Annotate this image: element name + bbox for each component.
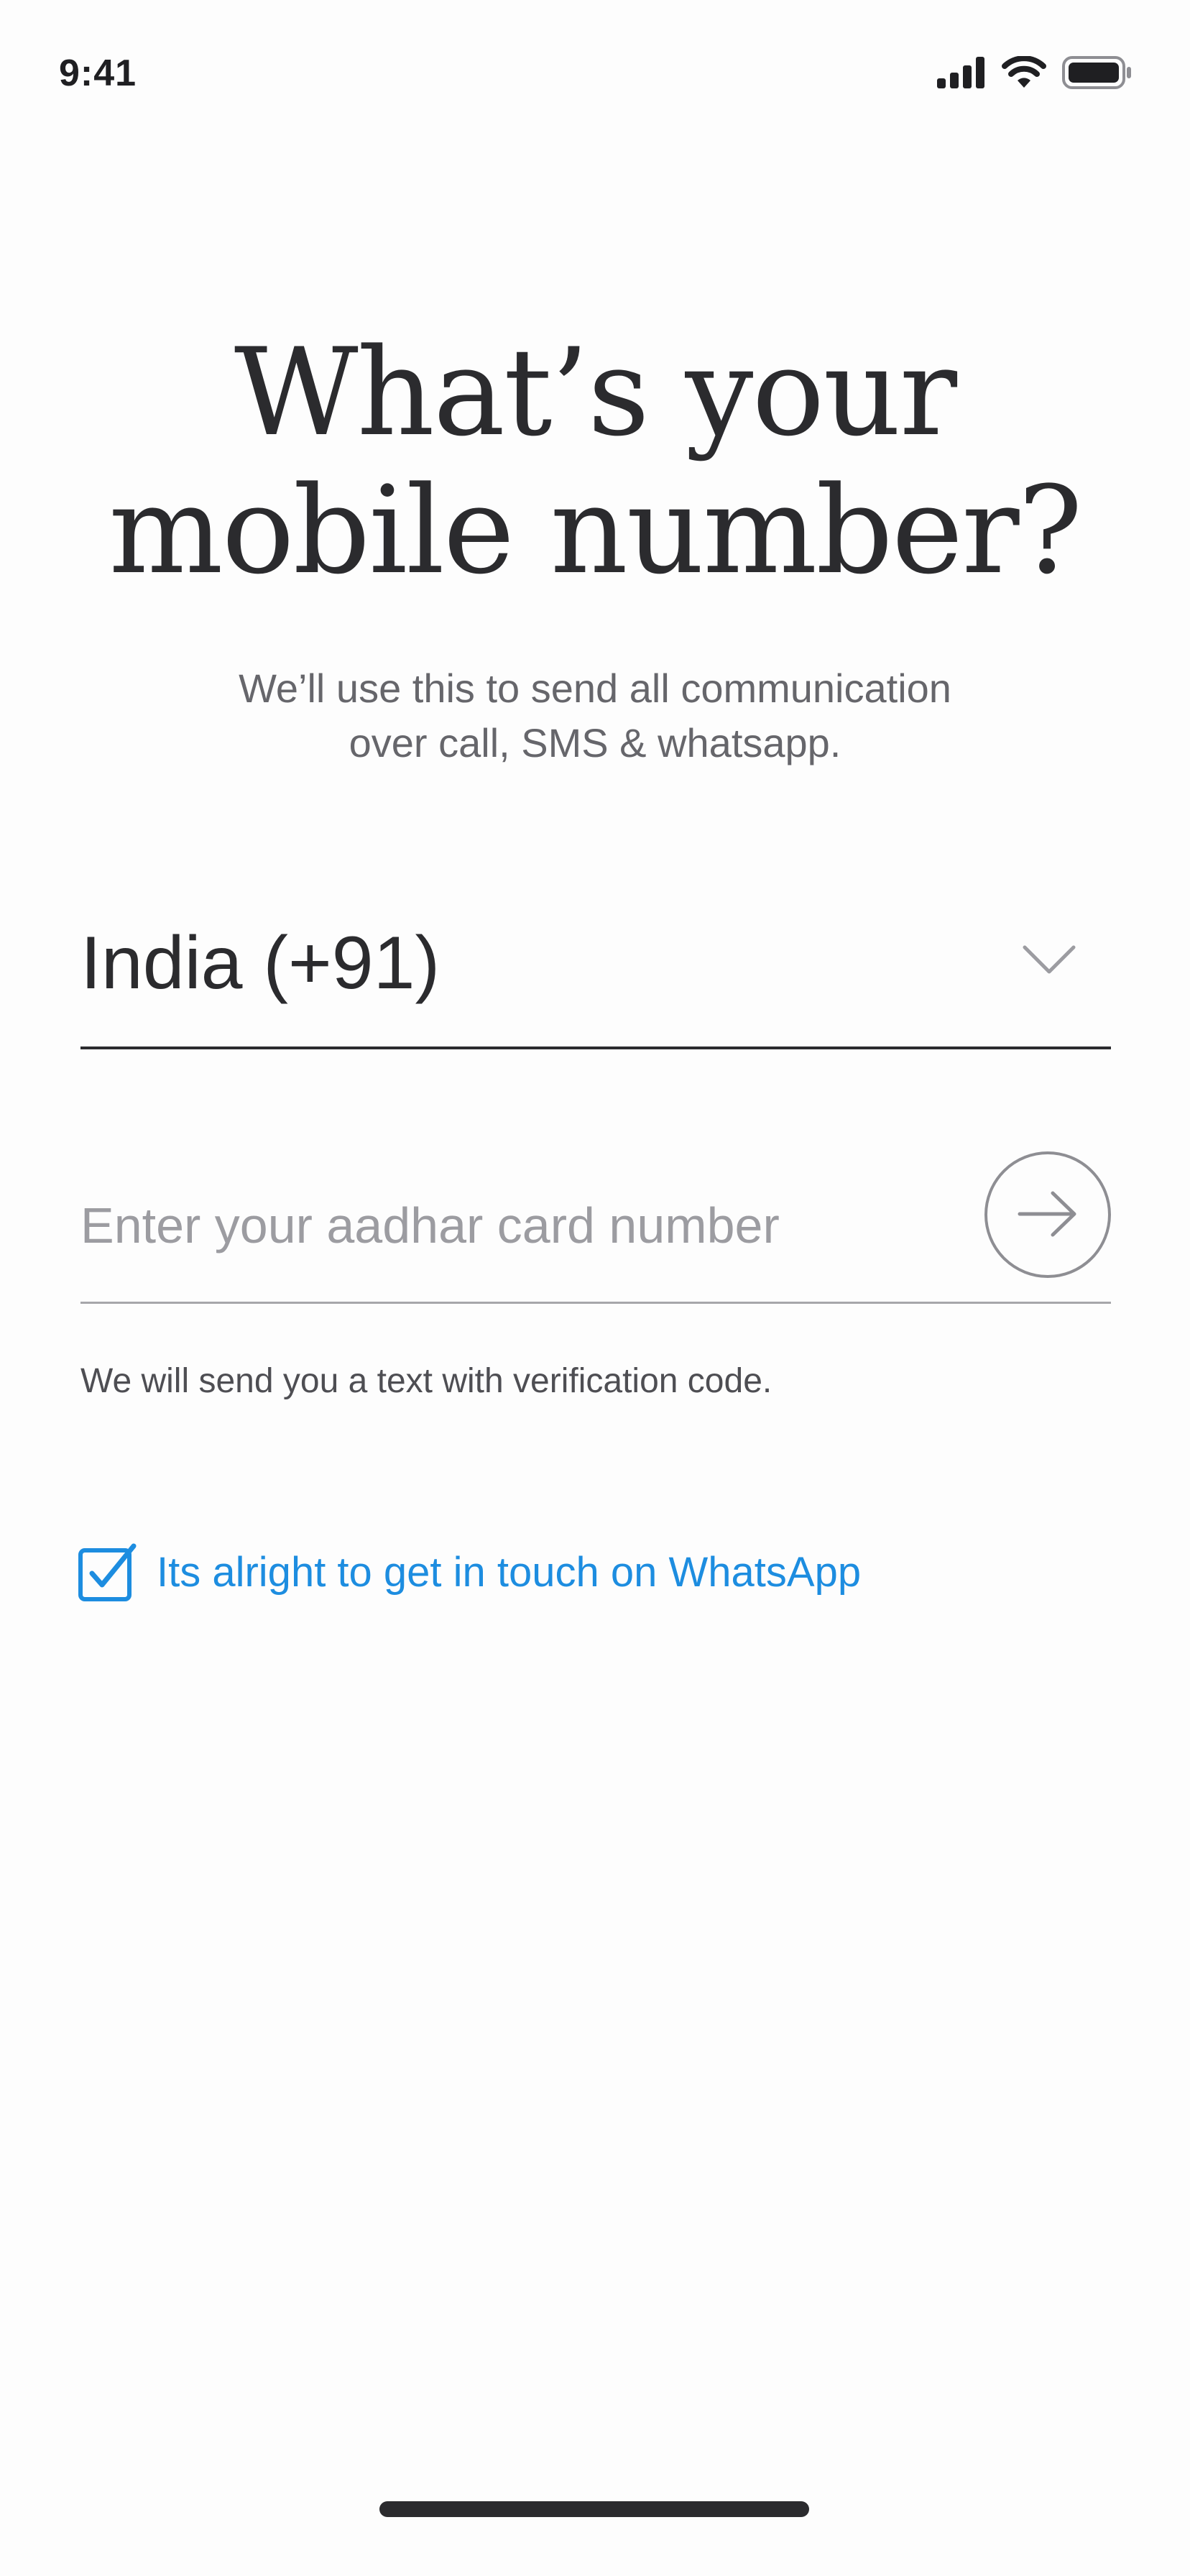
checkbox-checked-icon[interactable]	[78, 1542, 138, 1602]
status-time: 9:41	[59, 52, 137, 94]
battery-icon	[1062, 56, 1133, 89]
status-icons	[937, 53, 1133, 92]
page-title: What’s your mobile number?	[0, 323, 1190, 599]
page-subtitle: We’ll use this to send all communication…	[180, 661, 1010, 770]
home-indicator[interactable]	[379, 2501, 809, 2517]
helper-text: We will send you a text with verificatio…	[80, 1362, 772, 1400]
cellular-signal-icon	[937, 57, 986, 88]
whatsapp-consent-checkbox[interactable]: Its alright to get in touch on WhatsApp	[78, 1542, 861, 1602]
aadhar-input[interactable]	[80, 1186, 928, 1265]
page-title-line1: What’s your	[234, 322, 957, 463]
submit-button[interactable]	[984, 1151, 1111, 1278]
page-subtitle-line2: over call, SMS & whatsapp.	[349, 720, 841, 765]
arrow-right-icon	[1015, 1189, 1080, 1241]
chevron-down-icon[interactable]	[1020, 942, 1078, 981]
whatsapp-consent-label[interactable]: Its alright to get in touch on WhatsApp	[157, 1548, 861, 1596]
page-subtitle-line1: We’ll use this to send all communication	[239, 666, 951, 711]
country-select-value: India (+91)	[80, 921, 441, 1005]
country-select[interactable]: India (+91)	[80, 898, 1111, 1049]
page-title-line2: mobile number?	[109, 460, 1082, 601]
wifi-icon	[1002, 56, 1046, 89]
aadhar-field	[80, 1143, 1111, 1304]
